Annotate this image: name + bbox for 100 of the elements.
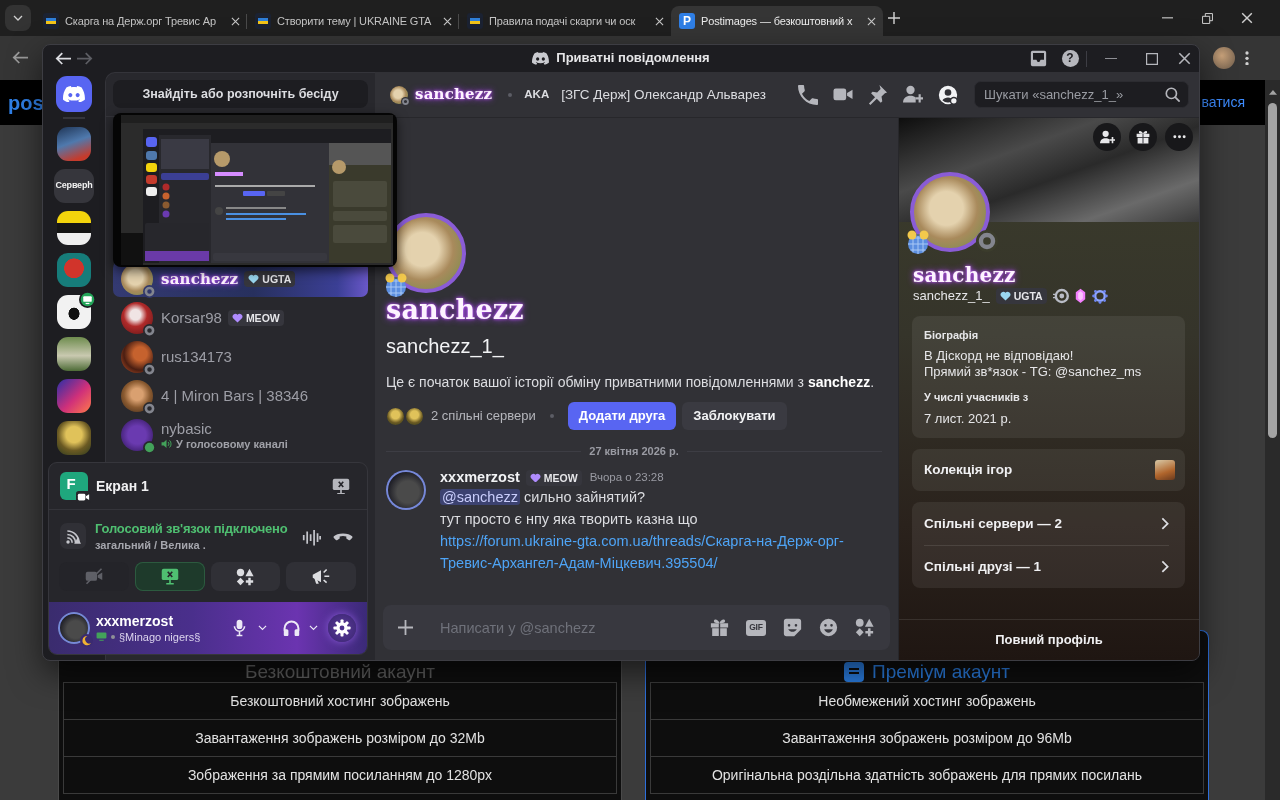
display-name: sanchezz: [415, 84, 493, 105]
forward-icon[interactable]: [77, 51, 93, 66]
close-icon[interactable]: [867, 16, 876, 26]
activities-icon: [236, 567, 255, 586]
chevron-down-icon[interactable]: [309, 625, 318, 631]
maximize-icon[interactable]: [1146, 52, 1158, 65]
stop-stream-icon[interactable]: [332, 477, 350, 495]
menu-icon[interactable]: [1245, 50, 1249, 66]
voice-control-button[interactable]: [286, 562, 356, 591]
hang-up-icon[interactable]: [333, 533, 353, 542]
pin-icon[interactable]: [868, 84, 888, 105]
chevron-right-icon: [1161, 560, 1169, 574]
author-name[interactable]: xxxmerzost: [440, 468, 520, 487]
browser-tab[interactable]: Створити тему | UKRAINE GTA: [247, 6, 459, 36]
premium-icon: [843, 662, 864, 682]
home-button[interactable]: [56, 76, 92, 112]
connection-button[interactable]: [60, 523, 86, 549]
settings-button[interactable]: [328, 614, 356, 642]
dm-item[interactable]: rus134173: [113, 339, 368, 375]
user-avatar: [121, 302, 153, 334]
voice-call-icon[interactable]: [798, 84, 818, 105]
user-mention[interactable]: @sanchezz: [440, 489, 520, 505]
feature-row: Оригінальна роздільна здатність зображень для прямих посилань: [650, 757, 1204, 794]
aka-label: AKA: [524, 87, 550, 102]
browser-tab[interactable]: P Postimages — безкоштовний х: [671, 6, 883, 36]
game-collection-row[interactable]: Колекція ігор: [912, 449, 1185, 491]
profile-link-row[interactable]: Спільні друзі — 1: [924, 545, 1169, 588]
close-icon[interactable]: [655, 16, 664, 26]
tab-search-button[interactable]: [5, 5, 31, 31]
microphone-icon[interactable]: [233, 619, 246, 637]
gift-icon[interactable]: [710, 618, 729, 637]
nickname-text: [ЗГС Держ] Олександр Альварез: [561, 85, 766, 104]
intro-text: Це є початок вашої історії обміну приватними повідомленнями з sanchezz.: [386, 373, 876, 392]
dm-item[interactable]: Korsar98 MEOW: [113, 300, 368, 336]
help-button[interactable]: ?: [1061, 50, 1079, 67]
voice-control-button[interactable]: [210, 562, 281, 591]
discord-logo-icon: [532, 52, 550, 65]
profile-link-row[interactable]: Спільні сервери — 2: [924, 502, 1169, 545]
scroll-up-icon[interactable]: [1268, 90, 1277, 95]
server-icon[interactable]: [57, 421, 91, 455]
section-title: Біографія: [924, 328, 980, 342]
favicon-icon: P: [679, 13, 695, 29]
site-logo[interactable]: pos: [8, 89, 44, 116]
new-tab-icon[interactable]: [888, 12, 900, 24]
user-avatar: [386, 470, 426, 510]
server-icon: [386, 406, 405, 426]
scrollbar-thumb[interactable]: [1268, 102, 1277, 438]
full-profile-button[interactable]: Повний профіль: [985, 627, 1113, 653]
server-icon[interactable]: [57, 211, 91, 245]
account-link[interactable]: ватися: [1201, 93, 1245, 112]
add-friend-icon[interactable]: [903, 85, 923, 104]
add-friend-button[interactable]: Додати друга: [567, 402, 677, 430]
voice-control-button[interactable]: [134, 562, 205, 591]
username: 4 | Miron Bars | 38346: [161, 387, 309, 405]
emoji-icon[interactable]: [819, 618, 838, 637]
user-profile-icon[interactable]: [938, 84, 958, 105]
minimize-icon[interactable]: [1161, 17, 1173, 19]
message-composer[interactable]: Написати у @sanchezz GIF: [383, 605, 890, 650]
browser-tab[interactable]: Правила подачі скарги чи оск: [459, 6, 671, 36]
close-icon[interactable]: [443, 16, 452, 26]
search-field[interactable]: Шукати «sanchezz_1_»: [974, 81, 1189, 108]
dm-item[interactable]: 4 | Miron Bars | 38346: [113, 378, 368, 414]
sound-wave-icon[interactable]: [302, 529, 321, 547]
mutual-servers-link[interactable]: 2 спільні сервери: [431, 407, 536, 425]
bio-text: В Діскорд не відповідаю! Прямий зв*язок - TG: @sanchez_ms: [924, 348, 1143, 380]
server-folder[interactable]: Серверh: [54, 169, 94, 203]
dot-separator-icon: [111, 634, 115, 639]
plan-title: Преміум акаунт: [871, 662, 1010, 682]
message-input[interactable]: Написати у @sanchezz: [440, 615, 698, 640]
more-icon: [1172, 135, 1186, 139]
message-link[interactable]: https://forum.ukraine-gta.com.ua/threads/Скарга-на-Держ-орг-Тревис-Архангел-Адам-Міцкевич.395504/: [440, 530, 882, 574]
user-avatar: [58, 612, 90, 644]
block-button[interactable]: Заблокувати: [682, 402, 787, 430]
close-icon[interactable]: [1241, 12, 1253, 24]
profile-avatar[interactable]: [1213, 47, 1235, 69]
conversation-search-button[interactable]: Знайдіть або розпочніть бесіду: [113, 80, 368, 108]
camera-off-icon: [84, 568, 103, 585]
minimize-icon[interactable]: [1105, 57, 1117, 60]
close-icon[interactable]: [231, 16, 240, 26]
close-icon[interactable]: [1177, 52, 1191, 65]
dm-item[interactable]: nybasic У голосовому каналі: [113, 417, 368, 453]
gif-button[interactable]: GIF: [746, 619, 766, 636]
sticker-icon[interactable]: [783, 618, 802, 637]
voice-channel-text[interactable]: загальний / Велика .: [95, 537, 302, 553]
username: sanchezz_1_: [913, 287, 990, 305]
video-call-icon[interactable]: [833, 88, 853, 101]
add-friend-icon: [1099, 130, 1115, 144]
disco-ball-icon: [905, 229, 931, 255]
headphones-icon[interactable]: [283, 619, 300, 637]
apps-icon[interactable]: [855, 618, 874, 637]
server-icon[interactable]: [57, 337, 91, 371]
soundboard-icon: [312, 568, 331, 585]
chevron-down-icon[interactable]: [258, 625, 267, 631]
inbox-icon[interactable]: [1029, 50, 1047, 67]
browser-tab[interactable]: Скарга на Держ.орг Тревис Ар: [35, 6, 247, 36]
feature-row: Безкоштовний хостинг зображень: [63, 682, 617, 720]
user-avatar: [121, 380, 153, 412]
restore-icon[interactable]: [1201, 12, 1213, 24]
attach-icon[interactable]: [398, 620, 413, 635]
chevron-right-icon: [1161, 516, 1169, 531]
